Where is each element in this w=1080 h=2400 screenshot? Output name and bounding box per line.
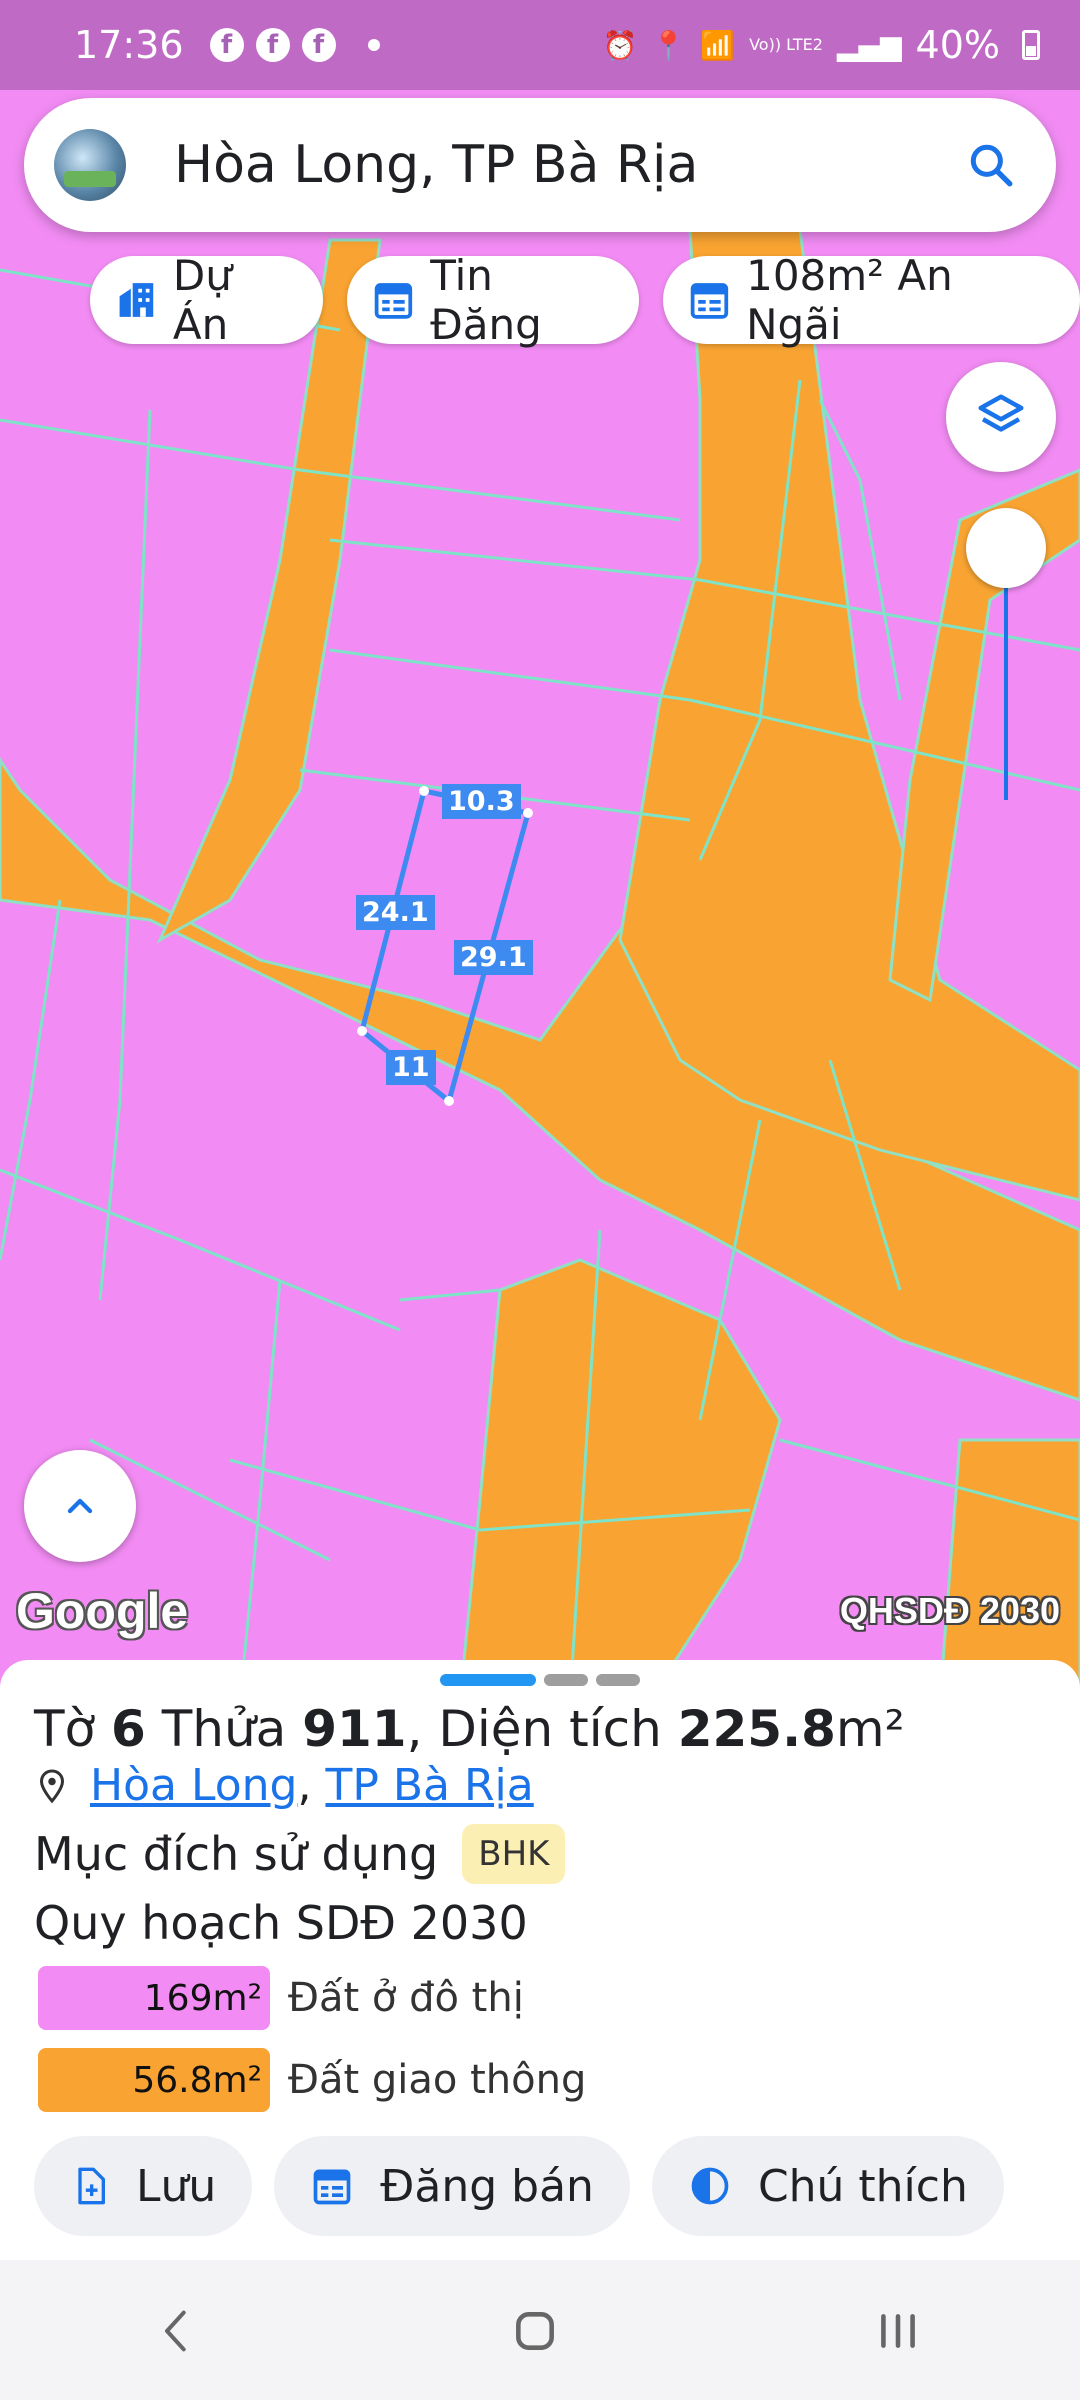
location-separator: , [297, 1760, 312, 1811]
land-use-label: Đất ở đô thị [288, 1975, 524, 2021]
area-unit: m² [835, 1700, 905, 1758]
chip-label: 108m² An Ngãi [746, 251, 953, 349]
building-icon [119, 283, 154, 317]
action-row: Lưu Đăng bán Chú thích [34, 2136, 1004, 2236]
legend-label: Chú thích [757, 2160, 968, 2212]
area-label: , Diện tích [406, 1700, 662, 1758]
chip-label: Tin Đăng [430, 251, 542, 349]
search-icon[interactable] [966, 140, 1016, 190]
parcel-location: Hòa Long , TP Bà Rịa [34, 1760, 534, 1811]
save-label: Lưu [136, 2160, 217, 2212]
alarm-icon: ⏰ [602, 28, 638, 62]
plot-number: 911 [302, 1700, 407, 1758]
plan-title: Quy hoạch SDĐ 2030 [34, 1896, 528, 1950]
filter-chips: Dự Án Tin Đăng 108m² An Ngãi [90, 251, 1080, 349]
parcel-edge-label-top: 10.3 [442, 784, 521, 819]
location-icon: 📍 [651, 28, 687, 62]
sheet-label: Tờ [34, 1700, 96, 1758]
volte-icon: Vo)) LTE2 [749, 35, 823, 54]
opacity-slider-thumb[interactable] [966, 508, 1046, 588]
parcel-edge-label-left: 24.1 [356, 895, 435, 930]
purpose-label: Mục đích sử dụng [34, 1827, 439, 1881]
home-icon[interactable] [510, 2306, 560, 2356]
land-purpose: Mục đích sử dụng BHK [34, 1824, 566, 1884]
battery-icon [1022, 30, 1040, 60]
land-use-area: 56.8m² [38, 2048, 270, 2112]
listing-icon [690, 283, 729, 319]
listing-icon [313, 2169, 351, 2205]
layers-button[interactable] [946, 362, 1056, 472]
wifi-icon: 📶 [700, 28, 736, 62]
page-dot-active[interactable] [440, 1674, 536, 1686]
sheet-page-indicator[interactable] [440, 1674, 640, 1686]
post-sale-label: Đăng bán [380, 2160, 594, 2212]
purpose-code-badge: BHK [462, 1824, 566, 1884]
listing-icon [375, 283, 413, 319]
status-time: 17:36 [74, 23, 184, 67]
app-avatar[interactable] [54, 129, 126, 201]
notification-dot-icon [367, 39, 380, 51]
location-pin-icon [39, 1768, 65, 1803]
land-use-row: 169m² Đất ở đô thị [38, 1966, 524, 2030]
file-plus-icon [78, 2167, 106, 2205]
city-link[interactable]: TP Bà Rịa [325, 1760, 533, 1811]
facebook-icon: f [209, 28, 244, 62]
facebook-icon: f [301, 28, 336, 62]
chevron-up-icon [67, 1498, 93, 1514]
recents-icon[interactable] [873, 2306, 923, 2356]
chip-label: Dự Án [172, 251, 232, 349]
battery-percent: 40% [915, 23, 1000, 67]
sheet-number: 6 [111, 1700, 146, 1758]
contrast-icon [691, 2167, 729, 2205]
land-use-label: Đất giao thông [288, 2057, 587, 2103]
parcel-info-sheet: Tờ 6 Thửa 911, Diện tích 225.8m² Hòa Lon… [0, 1660, 1080, 2260]
back-icon[interactable] [157, 2306, 197, 2356]
search-input[interactable]: Hòa Long, TP Bà Rịa [174, 135, 966, 195]
facebook-icon: f [255, 28, 290, 62]
status-bar: 17:36 f f f ⏰ 📍 📶 Vo)) LTE2 ▂▄▆ 40% [0, 0, 1080, 90]
land-use-area: 169m² [38, 1966, 270, 2030]
legend-button[interactable]: Chú thích [651, 2136, 1004, 2236]
land-use-row: 56.8m² Đất giao thông [38, 2048, 586, 2112]
layers-icon [978, 394, 1024, 432]
map-layer-tag: QHSDĐ 2030 [839, 1590, 1060, 1631]
parcel-edge-label-bottom: 11 [386, 1050, 436, 1085]
page-dot[interactable] [596, 1674, 640, 1686]
search-bar[interactable]: Hòa Long, TP Bà Rịa [24, 98, 1056, 232]
chip-an-ngai[interactable]: 108m² An Ngãi [663, 251, 1080, 349]
google-logo: Google [16, 1583, 189, 1639]
ward-link[interactable]: Hòa Long [90, 1760, 297, 1811]
chip-du-an[interactable]: Dự Án [90, 251, 324, 349]
parcel-edge-label-right: 29.1 [454, 940, 533, 975]
plot-label: Thửa [161, 1700, 287, 1758]
chip-tin-dang[interactable]: Tin Đăng [347, 251, 640, 349]
signal-icon: ▂▄▆ [836, 28, 902, 62]
system-nav-bar [0, 2262, 1080, 2400]
post-sale-button[interactable]: Đăng bán [274, 2136, 630, 2236]
expand-up-button[interactable] [24, 1450, 136, 1562]
save-button[interactable]: Lưu [34, 2136, 253, 2236]
page-dot[interactable] [544, 1674, 588, 1686]
area-value: 225.8 [677, 1700, 836, 1758]
parcel-title: Tờ 6 Thửa 911, Diện tích 225.8m² [34, 1700, 905, 1758]
